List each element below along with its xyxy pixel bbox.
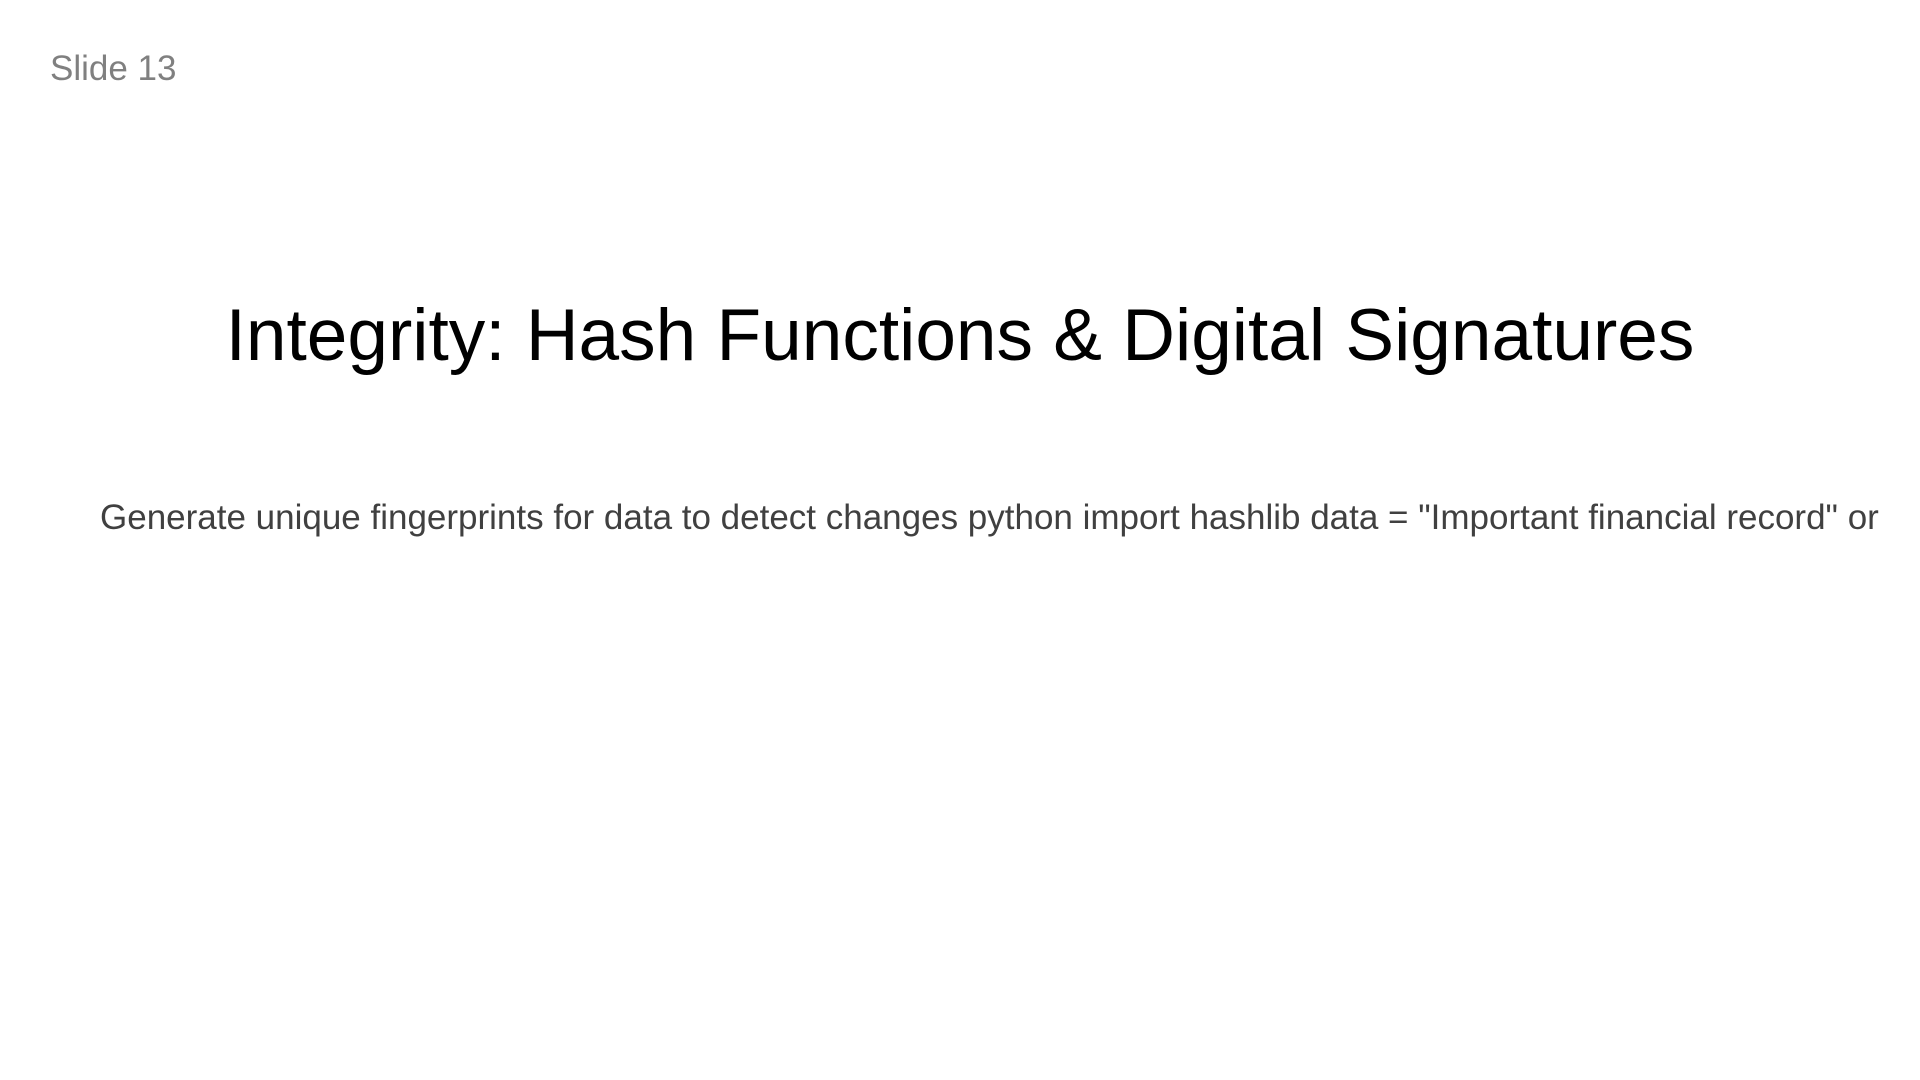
slide-body-text: Generate unique fingerprints for data to…: [100, 498, 1879, 537]
slide-number: Slide 13: [50, 49, 177, 88]
slide-title: Integrity: Hash Functions & Digital Sign…: [225, 295, 1695, 376]
